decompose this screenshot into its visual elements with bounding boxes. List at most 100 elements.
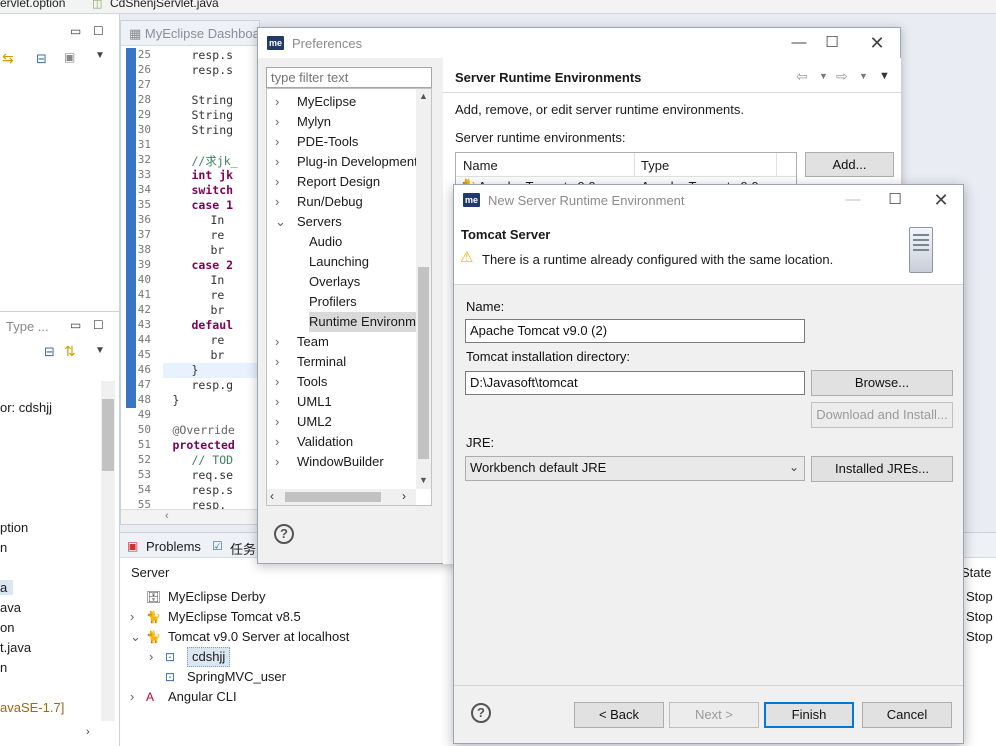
minimize-icon[interactable]: ▭ [70, 318, 81, 332]
chevron-right-icon[interactable]: › [275, 372, 287, 392]
code-line[interactable]: br [163, 348, 225, 362]
chevron-right-icon[interactable]: › [275, 112, 287, 132]
code-line[interactable]: @Override [163, 423, 235, 437]
type-column-header[interactable]: Type [641, 158, 669, 173]
forward-menu-chevron-icon[interactable]: ▼ [859, 71, 868, 81]
download-install-button[interactable]: Download and Install... [811, 402, 953, 428]
chevron-right-icon[interactable]: › [275, 332, 287, 352]
tree-item[interactable]: › UML1 [275, 392, 332, 412]
minimize-icon[interactable]: ▭ [70, 24, 81, 38]
tree-item[interactable]: › Plug-in Development [275, 152, 418, 172]
chevron-right-icon[interactable]: › [130, 687, 134, 707]
editor-hscroll[interactable]: ‹ [121, 509, 259, 524]
tab-file[interactable]: CdShenjServlet.java [110, 0, 219, 10]
name-column-header[interactable]: Name [463, 158, 498, 173]
tree-item[interactable]: › Terminal [275, 352, 346, 372]
css-icon[interactable]: ▣ [64, 50, 75, 64]
chevron-down-icon[interactable]: ⌄ [275, 212, 287, 232]
tree-item[interactable]: Profilers [309, 292, 357, 312]
code-line[interactable]: re [163, 288, 225, 302]
tree-item[interactable]: ⌄ Servers [275, 212, 342, 232]
tree-text-3[interactable]: n [0, 540, 7, 555]
chevron-right-icon[interactable]: › [275, 92, 287, 112]
forward-nav-icon[interactable]: ⇨ [836, 68, 848, 85]
tree-text-7[interactable]: t.java [0, 640, 31, 655]
scrollbar[interactable] [101, 381, 115, 721]
code-line[interactable]: String [163, 108, 234, 122]
tree-text-4[interactable]: a [0, 580, 14, 595]
code-line[interactable]: br [163, 303, 225, 317]
tree-item[interactable]: Overlays [309, 272, 360, 292]
problems-tab[interactable]: Problems [146, 539, 201, 554]
chevron-right-icon[interactable]: › [275, 352, 287, 372]
install-dir-input[interactable]: D:\Javasoft\tomcat [465, 371, 805, 395]
chevron-right-icon[interactable]: › [275, 172, 287, 192]
back-menu-chevron-icon[interactable]: ▼ [819, 71, 828, 81]
close-button[interactable]: ✕ [854, 28, 900, 58]
tree-text-9[interactable]: avaSE-1.7] [0, 700, 64, 715]
scroll-thumb[interactable] [285, 492, 381, 502]
cancel-button[interactable]: Cancel [862, 702, 952, 728]
tree-item[interactable]: › Validation [275, 432, 353, 452]
code-line[interactable]: resp.s [163, 483, 234, 497]
tree-text-6[interactable]: on [0, 620, 14, 635]
chevron-right-icon[interactable]: › [275, 152, 287, 172]
help-button[interactable]: ? [471, 703, 491, 723]
code-line[interactable]: In [163, 273, 225, 287]
code-line[interactable]: String [163, 123, 234, 137]
scroll-left-icon[interactable]: ‹ [270, 489, 274, 503]
tree-text-1[interactable]: or: cdshjj [0, 400, 52, 415]
tree-item[interactable]: Launching [309, 252, 369, 272]
next-button[interactable]: Next > [669, 702, 759, 728]
maximize-button[interactable]: ☐ [872, 185, 918, 215]
scroll-right-icon[interactable]: › [86, 726, 90, 738]
tree-text-8[interactable]: n [0, 660, 7, 675]
help-button[interactable]: ? [274, 524, 294, 544]
chevron-right-icon[interactable]: › [275, 132, 287, 152]
code-editor[interactable]: ▦ MyEclipse Dashboa 25 resp.s 26 resp.s 27 28… [120, 20, 260, 525]
chevron-right-icon[interactable]: › [275, 432, 287, 452]
jre-select[interactable]: Workbench default JRE ⌄ [465, 456, 805, 481]
code-line[interactable]: resp.s [163, 63, 234, 77]
finish-button[interactable]: Finish [764, 702, 854, 728]
code-line[interactable]: String [163, 93, 234, 107]
code-line[interactable]: case 2 [163, 258, 234, 272]
code-line[interactable]: resp.s [163, 48, 234, 62]
code-line[interactable]: //求jk_ [163, 153, 238, 169]
tree-item[interactable]: › PDE-Tools [275, 132, 358, 152]
code-line[interactable]: br [163, 243, 225, 257]
name-input[interactable]: Apache Tomcat v9.0 (2) [465, 319, 805, 343]
chevron-right-icon[interactable]: › [149, 647, 153, 667]
installed-jres-button[interactable]: Installed JREs... [811, 456, 953, 482]
chevron-right-icon[interactable]: › [275, 192, 287, 212]
chevron-right-icon[interactable]: › [275, 392, 287, 412]
scroll-right-icon[interactable]: › [402, 489, 406, 503]
code-line[interactable]: switch [163, 183, 234, 197]
scroll-down-icon[interactable]: ▼ [419, 475, 428, 485]
back-nav-icon[interactable]: ⇦ [796, 68, 808, 85]
code-line[interactable]: // TOD [163, 453, 234, 467]
close-button[interactable]: ✕ [918, 185, 964, 215]
chevron-right-icon[interactable]: › [130, 607, 134, 627]
page-menu-icon[interactable]: ▼ [879, 70, 890, 82]
back-button[interactable]: < Back [574, 702, 664, 728]
code-line[interactable]: req.se [163, 468, 234, 482]
code-line[interactable]: int jk [163, 168, 234, 182]
sync-icon[interactable]: ⇅ [64, 343, 76, 360]
tree-vscroll[interactable]: ▲ ▼ [416, 89, 431, 489]
code-line[interactable]: } [163, 393, 180, 407]
code-line[interactable]: resp.g [163, 378, 234, 392]
tab-path[interactable]: ervlet.option [0, 0, 65, 10]
collapse-icon[interactable]: ⊟ [36, 51, 47, 67]
minimize-button[interactable]: — [830, 185, 876, 215]
tree-item[interactable]: Audio [309, 232, 342, 252]
chevron-right-icon[interactable]: › [275, 412, 287, 432]
type-hierarchy-tab[interactable]: Type ... [6, 319, 49, 334]
preferences-tree[interactable]: › MyEclipse › Mylyn › PDE-Tools › Plug-in Devel… [266, 88, 432, 506]
maximize-icon[interactable]: ☐ [93, 24, 104, 38]
code-line[interactable]: protected [163, 438, 235, 452]
tree-item[interactable]: › UML2 [275, 412, 332, 432]
tasks-tab[interactable]: 任务 [230, 539, 256, 558]
column-divider[interactable] [776, 153, 777, 177]
tree-item[interactable]: › Tools [275, 372, 327, 392]
